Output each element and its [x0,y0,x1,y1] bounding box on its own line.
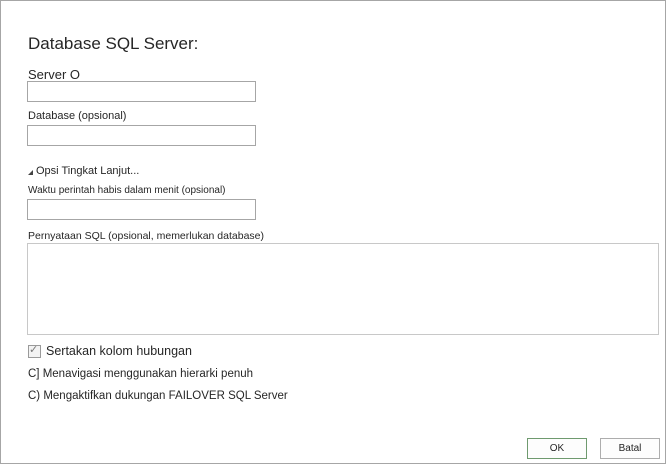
dialog-title: Database SQL Server: [28,34,199,53]
timeout-input[interactable] [27,199,256,220]
sql-server-dialog: Database SQL Server: Server O Database (… [0,0,666,464]
advanced-options-label: Opsi Tingkat Lanjut... [36,165,140,177]
include-relationship-checkbox[interactable]: ✓ [28,343,41,358]
include-relationship-option[interactable]: ✓ Sertakan kolom hubungan [28,344,192,358]
server-label: Server O [28,67,81,82]
advanced-options-toggle[interactable]: Opsi Tingkat Lanjut... [28,165,139,177]
timeout-label: Waktu perintah habis dalam menit (opsion… [28,185,226,196]
hierarchy-option[interactable]: C] Menavigasi menggunakan hierarki penuh [28,368,253,380]
failover-option[interactable]: C) Mengaktifkan dukungan FAILOVER SQL Se… [28,390,288,402]
triangle-expand-icon [28,169,33,175]
database-label: Database (opsional) [28,110,127,122]
include-relationship-label: Sertakan kolom hubungan [46,344,192,358]
sql-statement-label: Pernyataan SQL (opsional, memerlukan dat… [28,230,264,242]
server-input[interactable] [27,81,256,102]
check-icon: ✓ [29,343,39,356]
cancel-button[interactable]: Batal [600,438,660,459]
sql-statement-textarea[interactable] [27,243,659,335]
ok-button[interactable]: OK [527,438,587,459]
database-input[interactable] [27,125,256,146]
